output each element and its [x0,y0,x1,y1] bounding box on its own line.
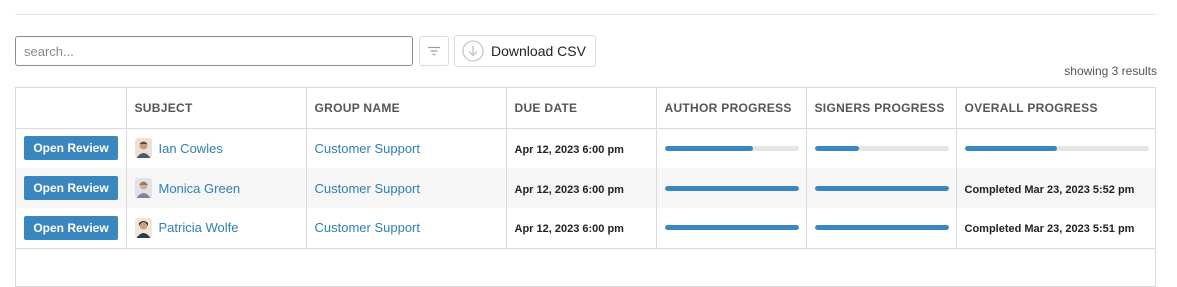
author-progress-fill [664,225,799,231]
signers-progress-cell [806,168,957,208]
subject-cell: Patricia Wolfe [126,208,307,249]
signers-progress-fill [814,185,949,191]
signers-progress-bar [814,185,949,191]
author-progress-cell [656,208,807,249]
column-header-action [16,88,127,129]
author-progress-bar [664,225,799,231]
author-progress-fill [664,185,799,191]
avatar-icon [134,178,152,198]
overall-progress-cell: Completed Mar 23, 2023 5:52 pm [956,168,1155,208]
download-icon [462,40,484,62]
download-csv-label: Download CSV [491,43,586,59]
open-review-button[interactable]: Open Review [24,136,118,161]
subject-cell: Ian Cowles [126,128,307,168]
signers-progress-bar [814,225,949,231]
table-row: Open Review Ian Cowles Customer Support … [16,128,1155,168]
overall-status-text: Completed Mar 23, 2023 5:52 pm [964,183,1135,196]
signers-progress-cell [806,208,957,249]
group-link[interactable]: Customer Support [315,141,421,156]
due-date-cell: Apr 12, 2023 6:00 pm [506,128,657,168]
top-divider [15,14,1157,15]
avatar-icon [134,217,152,238]
subject-link[interactable]: Monica Green [159,181,241,196]
table-row: Open Review Monica Green Customer Suppor… [16,168,1155,208]
column-header-group-name[interactable]: GROUP NAME [306,88,507,129]
signers-progress-cell [806,128,957,168]
signers-progress-fill [814,145,859,151]
column-header-author-progress[interactable]: AUTHOR PROGRESS [656,88,807,129]
column-header-subject[interactable]: SUBJECT [126,88,307,129]
overall-progress-fill [964,145,1057,151]
open-review-button[interactable]: Open Review [24,215,118,240]
due-date-cell: Apr 12, 2023 6:00 pm [506,208,657,249]
overall-status-text: Completed Mar 23, 2023 5:51 pm [964,223,1135,236]
due-date-cell: Apr 12, 2023 6:00 pm [506,168,657,208]
author-progress-fill [664,145,753,151]
author-progress-bar [664,145,799,151]
action-cell: Open Review [16,128,127,168]
reviews-table: SUBJECT GROUP NAME DUE DATE AUTHOR PROGR… [15,87,1156,287]
filter-button[interactable] [419,36,449,66]
subject-link[interactable]: Ian Cowles [159,141,223,156]
filter-icon [428,46,440,56]
due-date: Apr 12, 2023 6:00 pm [514,223,624,236]
action-cell: Open Review [16,208,127,249]
download-csv-button[interactable]: Download CSV [454,35,596,67]
column-header-overall-progress[interactable]: OVERALL PROGRESS [956,88,1155,129]
overall-progress-cell [956,128,1155,168]
signers-progress-bar [814,145,949,151]
signers-progress-fill [814,225,949,231]
overall-progress-bar [964,145,1149,151]
group-cell: Customer Support [306,128,507,168]
open-review-button[interactable]: Open Review [24,176,118,200]
group-cell: Customer Support [306,168,507,208]
column-header-due-date[interactable]: DUE DATE [506,88,657,129]
search-input[interactable] [15,36,413,66]
author-progress-cell [656,128,807,168]
table-row: Open Review Patricia Wolfe Customer Supp… [16,208,1155,249]
table-header-row: SUBJECT GROUP NAME DUE DATE AUTHOR PROGR… [16,88,1155,129]
toolbar: Download CSV [15,35,596,67]
author-progress-bar [664,185,799,191]
group-link[interactable]: Customer Support [315,220,421,235]
due-date: Apr 12, 2023 6:00 pm [514,183,624,196]
subject-cell: Monica Green [126,168,307,208]
group-cell: Customer Support [306,208,507,249]
due-date: Apr 12, 2023 6:00 pm [514,143,624,156]
column-header-signers-progress[interactable]: SIGNERS PROGRESS [806,88,957,129]
overall-progress-cell: Completed Mar 23, 2023 5:51 pm [956,208,1155,249]
author-progress-cell [656,168,807,208]
subject-link[interactable]: Patricia Wolfe [159,220,239,235]
action-cell: Open Review [16,168,127,208]
results-count: showing 3 results [1064,64,1157,78]
group-link[interactable]: Customer Support [315,181,421,196]
avatar-icon [134,138,152,159]
